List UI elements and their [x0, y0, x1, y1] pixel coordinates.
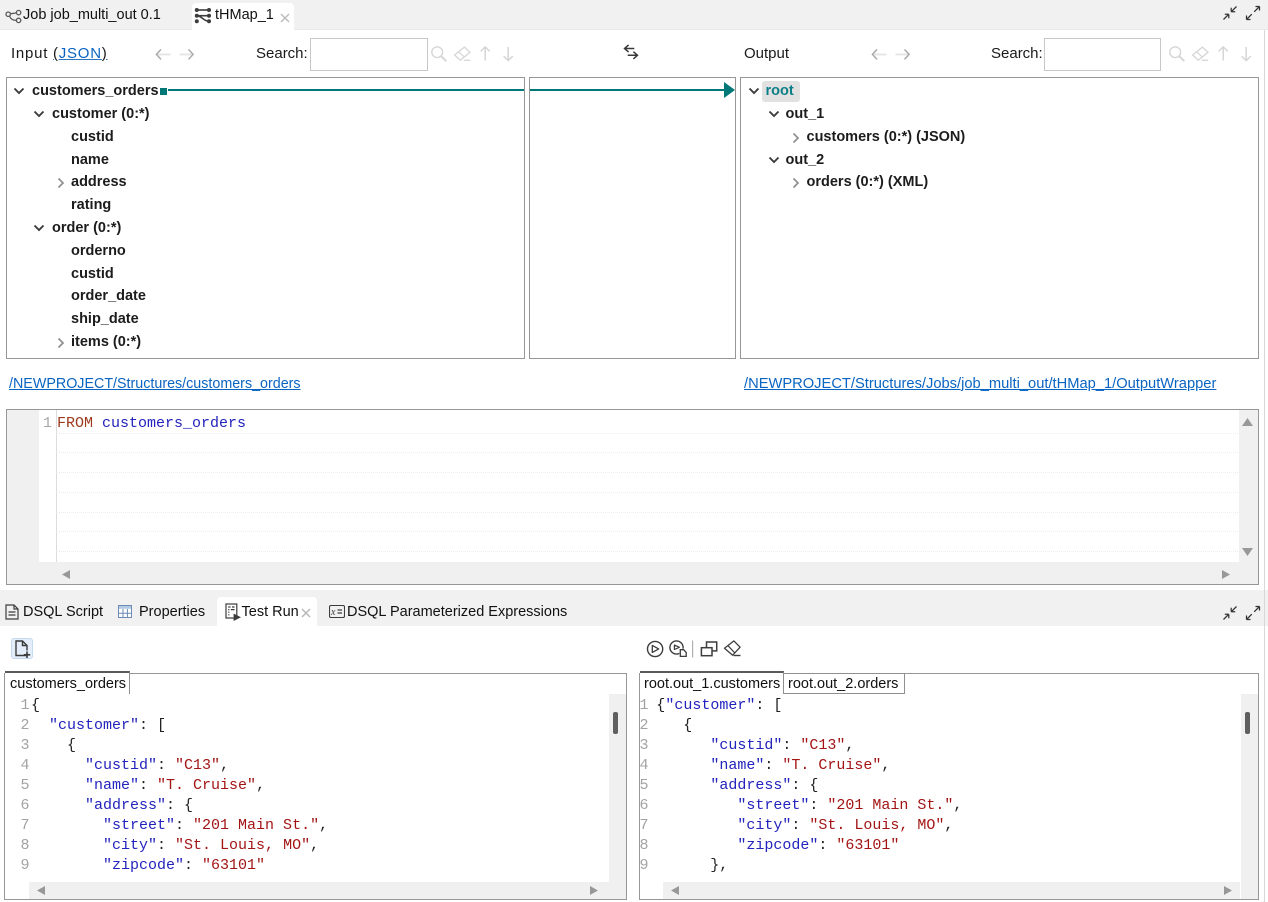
svg-text:x: x: [330, 607, 336, 618]
